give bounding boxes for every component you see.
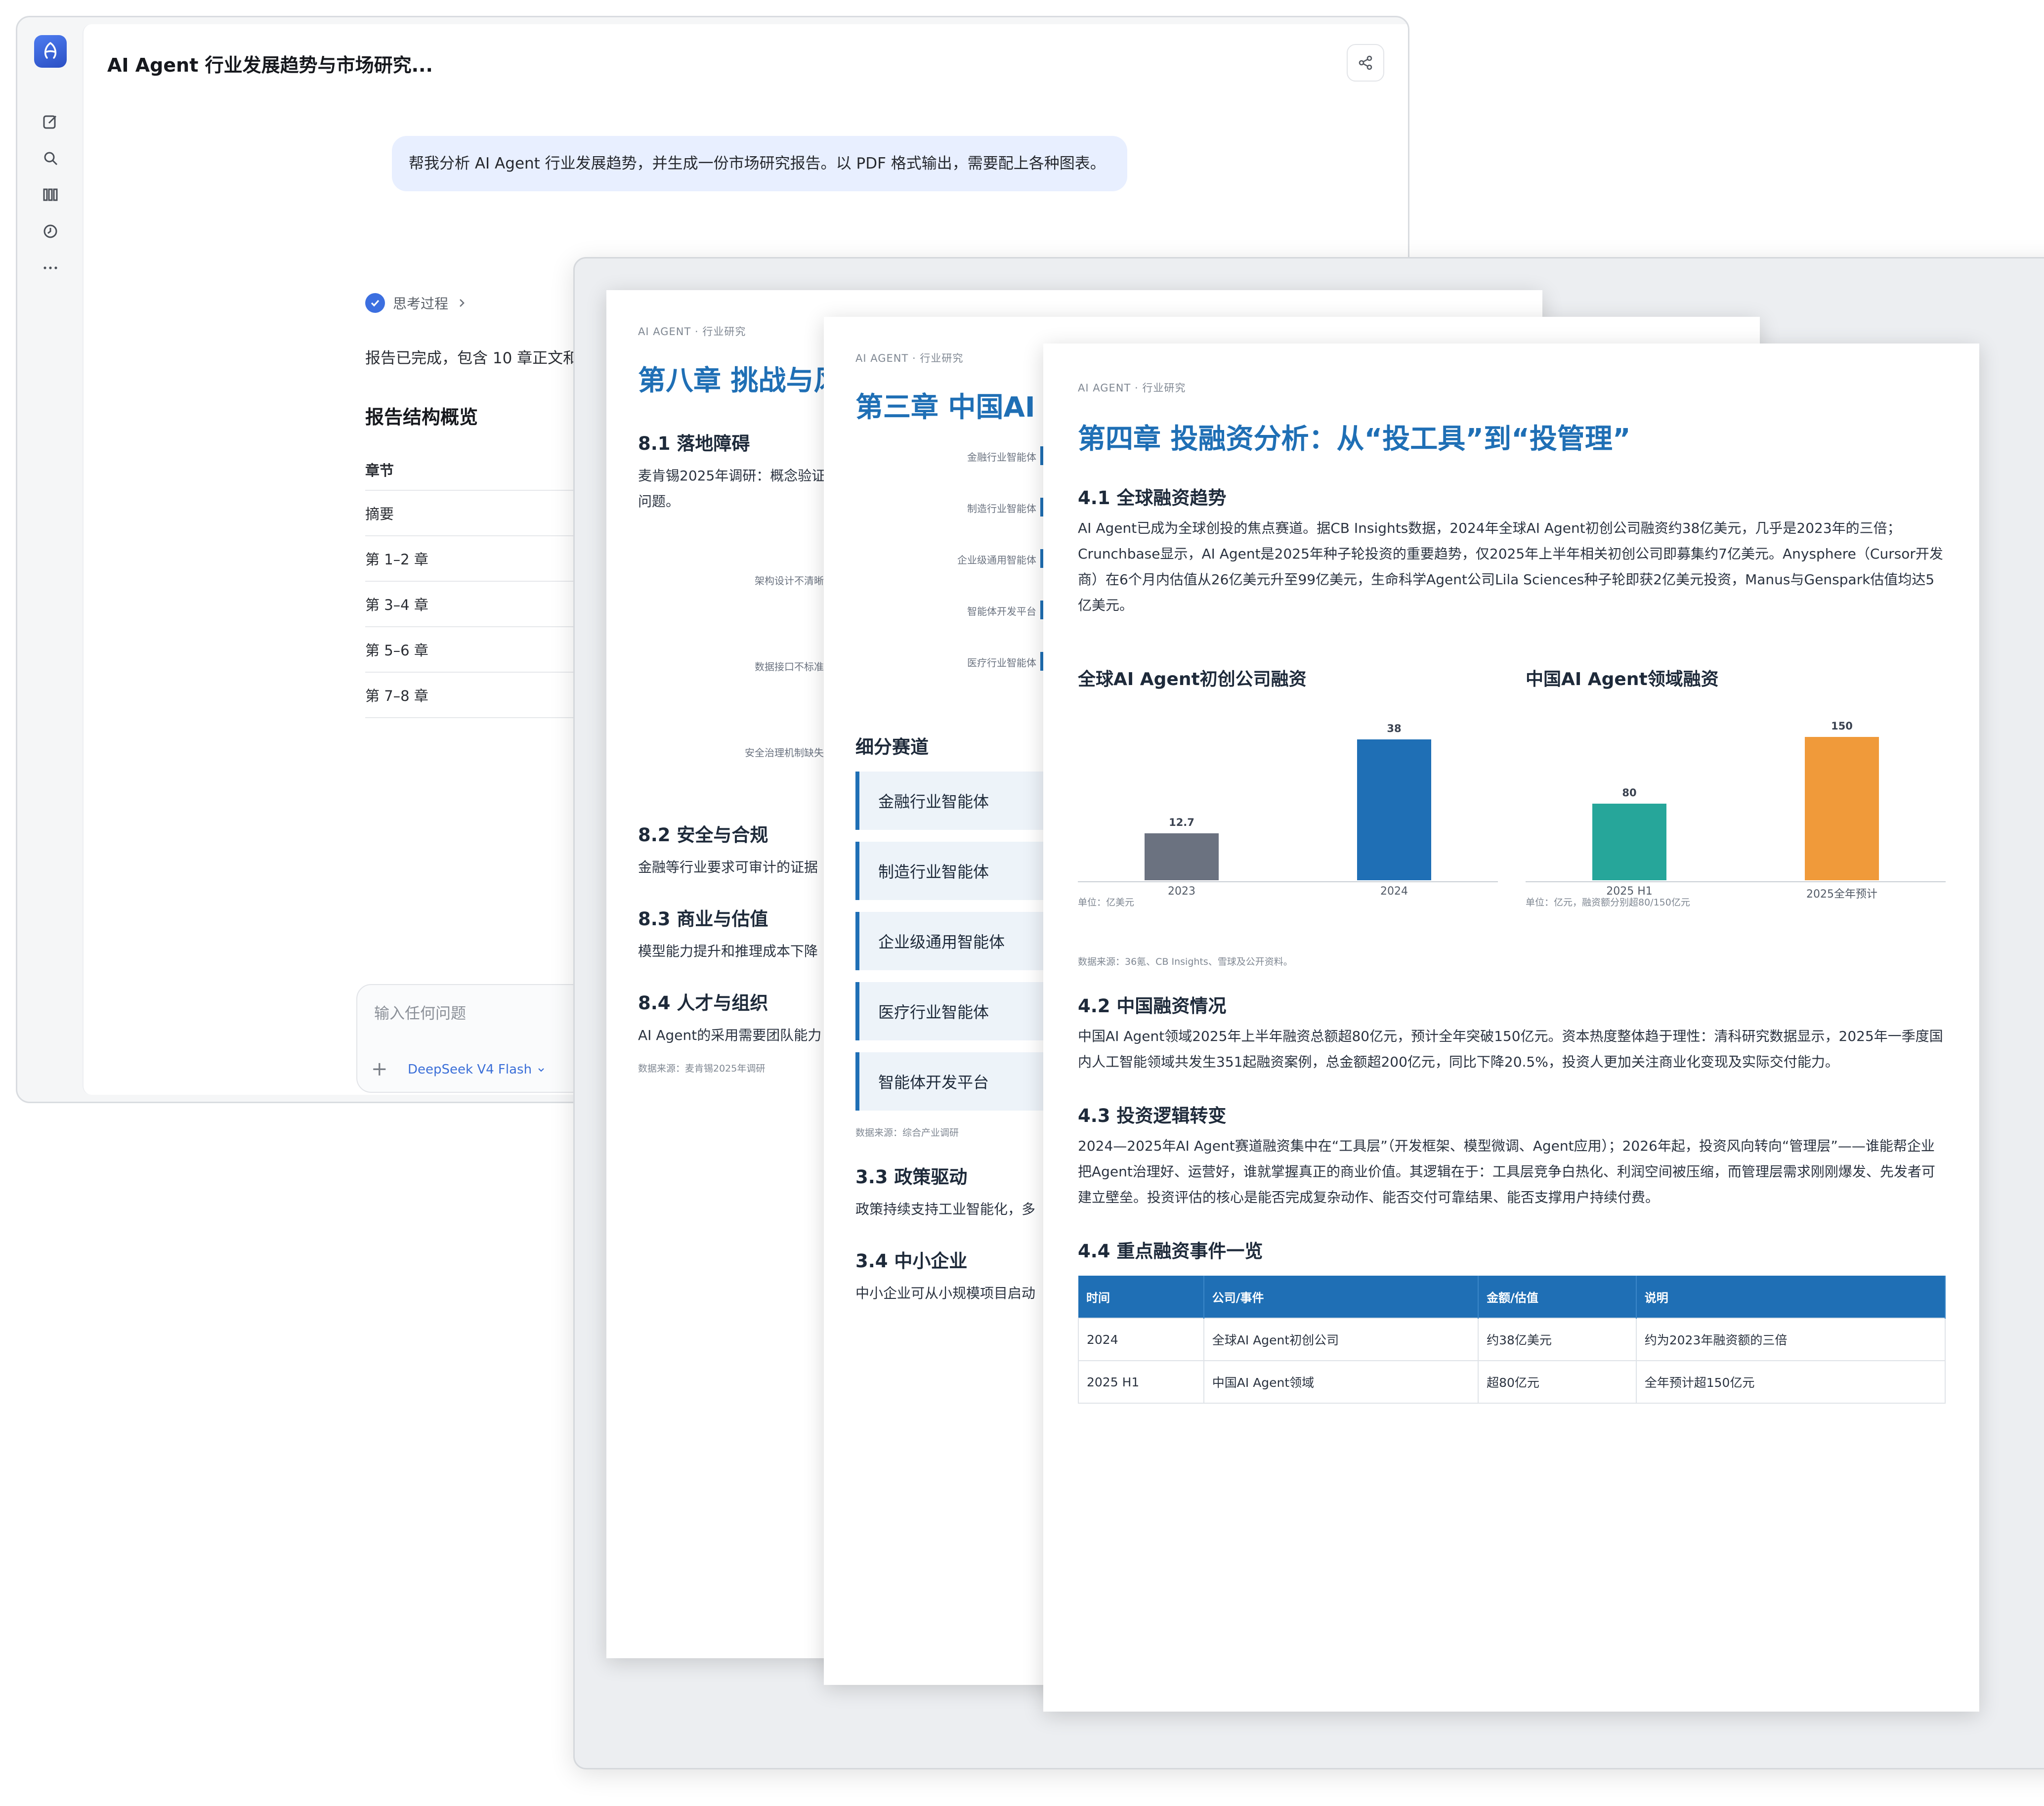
- user-message: 帮我分析 AI Agent 行业发展趋势，并生成一份市场研究报告。以 PDF 格…: [392, 136, 1127, 191]
- paragraph: 模型能力提升和推理成本下降: [638, 943, 818, 959]
- bar-label: 企业级通用智能体: [957, 554, 1036, 566]
- bar-label: 制造行业智能体: [967, 503, 1036, 515]
- paragraph: 麦肯锡2025年调研：概念验证: [638, 468, 826, 484]
- chart-axis: [1078, 881, 1498, 882]
- share-icon: [1359, 55, 1372, 70]
- chevron-right-icon: [460, 299, 465, 307]
- chart-bar: [1145, 833, 1219, 880]
- section-heading: 3.4 中小企业: [855, 1250, 968, 1272]
- paragraph: 中国AI Agent领域2025年上半年融资总额超80亿元，预计全年突破150亿…: [1078, 1028, 1943, 1070]
- more-icon[interactable]: [40, 258, 61, 278]
- add-attachment-icon[interactable]: +: [371, 1059, 388, 1079]
- page-kicker: AI AGENT · 行业研究: [638, 326, 746, 338]
- app-logo-icon[interactable]: [34, 35, 67, 68]
- table-header: 公司/事件: [1203, 1276, 1479, 1318]
- chart-category-label: 2024: [1380, 885, 1408, 898]
- bar-label: 医疗行业智能体: [967, 657, 1036, 669]
- table-row: 2025 H1 中国AI Agent领域 超80亿元 全年预计超150亿元: [1078, 1360, 1946, 1404]
- chart-bar: [1805, 737, 1879, 880]
- section-heading: 8.2 安全与合规: [638, 824, 768, 846]
- section-heading: 8.1 落地障碍: [638, 433, 750, 454]
- chevron-down-icon: [538, 1068, 544, 1072]
- bar-label: 架构设计不清晰: [755, 575, 824, 587]
- bar-label: 安全治理机制缺失: [745, 747, 824, 759]
- section-heading: 4.3 投资逻辑转变: [1078, 1105, 1227, 1126]
- page-chapter-4: AI AGENT · 行业研究 第四章 投融资分析：从“投工具”到“投管理” 4…: [1043, 344, 1979, 1712]
- section-heading: 8.3 商业与估值: [638, 908, 768, 930]
- paragraph: AI Agent的采用需要团队能力: [638, 1027, 822, 1043]
- section-heading: 8.4 人才与组织: [638, 992, 768, 1014]
- table-cell: 全球AI Agent初创公司: [1203, 1318, 1479, 1361]
- chart-bar: [1592, 804, 1666, 880]
- pdf-viewer: AI AGENT · 行业研究 第八章 挑战与风 8.1 落地障碍 麦肯锡202…: [573, 257, 2044, 1769]
- section-heading: 细分赛道: [855, 736, 929, 758]
- chart-data-label: 38: [1387, 723, 1402, 734]
- section-heading: 3.3 政策驱动: [855, 1166, 968, 1188]
- chart-axis: [1526, 881, 1946, 882]
- funding-events-table: 时间 公司/事件 金额/估值 说明 2024 全球AI Agent初创公司 约3…: [1078, 1276, 1946, 1404]
- table-header: 金额/估值: [1478, 1276, 1637, 1318]
- bar-label: 智能体开发平台: [967, 605, 1036, 617]
- chart-data-label: 12.7: [1169, 817, 1194, 828]
- chapter-title: 第三章 中国AI A: [855, 391, 1066, 424]
- paragraph: 金融等行业要求可审计的证据: [638, 859, 818, 875]
- paragraph: 2024—2025年AI Agent赛道融资集中在“工具层”（开发框架、模型微调…: [1078, 1138, 1935, 1205]
- chat-title: AI Agent 行业发展趋势与市场研究...: [107, 54, 433, 76]
- section-heading: 4.2 中国融资情况: [1078, 995, 1227, 1017]
- table-cell: 2024: [1078, 1318, 1204, 1361]
- table-cell: 约38亿美元: [1478, 1318, 1637, 1361]
- chapter-title: 第八章 挑战与风: [638, 365, 842, 397]
- section-heading: 4.1 全球融资趋势: [1078, 487, 1227, 509]
- chart-category-label: 2025 H1: [1606, 885, 1653, 898]
- chart-bar: [1357, 739, 1431, 880]
- source-note: 数据来源：36氪、CB Insights、雪球及公开资料。: [1078, 956, 1293, 967]
- chart-title: 中国AI Agent领域融资: [1526, 669, 1719, 689]
- table-header: 说明: [1636, 1276, 1946, 1318]
- table-cell: 全年预计超150亿元: [1635, 1360, 1946, 1404]
- chart-title: 全球AI Agent初创公司融资: [1078, 669, 1307, 689]
- chart-category-label: 2023: [1168, 885, 1195, 898]
- paragraph: 政策持续支持工业智能化，多: [855, 1201, 1036, 1217]
- table-header-row: 时间 公司/事件 金额/估值 说明: [1078, 1276, 1946, 1318]
- bar-label: 金融行业智能体: [967, 451, 1036, 463]
- share-button[interactable]: [1347, 44, 1384, 82]
- clock-icon[interactable]: [40, 221, 61, 242]
- chart-data-label: 150: [1831, 720, 1853, 732]
- library-icon[interactable]: [40, 184, 61, 205]
- search-icon[interactable]: [40, 148, 61, 169]
- chart-category-label: 2025全年预计: [1806, 888, 1877, 901]
- paragraph: 问题。: [638, 493, 680, 510]
- table-cell: 约为2023年融资额的三倍: [1635, 1318, 1946, 1361]
- sidebar: [17, 17, 83, 1102]
- table-cell: 超80亿元: [1478, 1360, 1637, 1404]
- chart-data-label: 80: [1622, 787, 1637, 799]
- model-label: DeepSeek V4 Flash: [408, 1062, 532, 1077]
- thinking-label: 思考过程: [393, 296, 449, 312]
- model-selector[interactable]: DeepSeek V4 Flash: [408, 1062, 546, 1077]
- input-placeholder[interactable]: 输入任何问题: [374, 1001, 466, 1023]
- bar-label: 数据接口不标准: [755, 661, 824, 673]
- page-kicker: AI AGENT · 行业研究: [1078, 382, 1186, 394]
- table-row: 2024 全球AI Agent初创公司 约38亿美元 约为2023年融资额的三倍: [1078, 1318, 1946, 1361]
- overview-title: 报告结构概览: [365, 406, 478, 428]
- paragraph: AI Agent已成为全球创投的焦点赛道。据CB Insights数据，2024…: [1078, 520, 1943, 613]
- source-note: 数据来源：麦肯锡2025年调研: [638, 1063, 766, 1074]
- check-icon: [365, 293, 385, 313]
- table-cell: 2025 H1: [1078, 1360, 1204, 1404]
- answer-text: 报告已完成，包含 10 章正文和附: [365, 349, 594, 367]
- section-heading: 4.4 重点融资事件一览: [1078, 1241, 1263, 1262]
- table-header: 时间: [1078, 1276, 1204, 1318]
- source-note: 数据来源：综合产业调研: [855, 1127, 959, 1138]
- thinking-toggle[interactable]: 思考过程: [365, 293, 467, 313]
- page-kicker: AI AGENT · 行业研究: [855, 352, 964, 364]
- chapter-title: 第四章 投融资分析：从“投工具”到“投管理”: [1078, 423, 1631, 455]
- paragraph: 中小企业可从小规模项目启动: [855, 1285, 1036, 1301]
- edit-icon[interactable]: [40, 111, 61, 132]
- table-cell: 中国AI Agent领域: [1203, 1360, 1479, 1404]
